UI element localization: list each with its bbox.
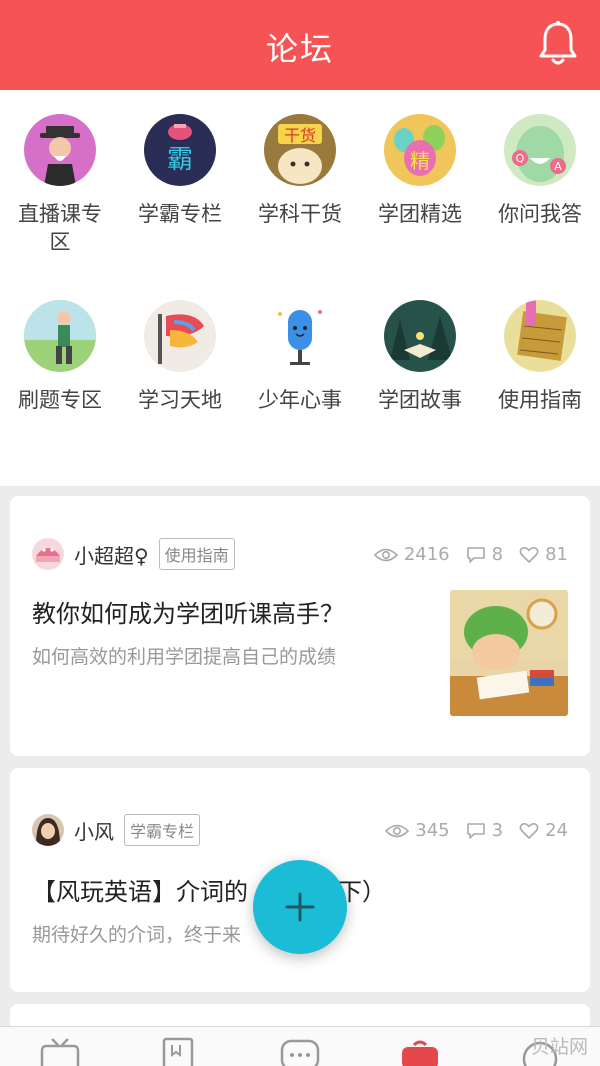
like-count[interactable]: 24 bbox=[519, 820, 568, 841]
qa-icon: Q A bbox=[504, 114, 576, 186]
comment-count[interactable]: 8 bbox=[466, 544, 503, 565]
category-qa[interactable]: Q A 你问我答 bbox=[480, 114, 600, 228]
comment-count-value: 8 bbox=[491, 544, 504, 565]
category-label: 学科干货 bbox=[258, 202, 342, 226]
view-count-value: 2416 bbox=[403, 544, 450, 565]
category-grid: 直播课专区 霸 学霸专栏 干货 学科干货 精 学团精选 Q A 你问我答 刷题专… bbox=[0, 90, 600, 486]
stories-icon bbox=[384, 300, 456, 372]
post-title[interactable]: 教你如何成为学团听课高手？ bbox=[32, 594, 344, 629]
watermark: 贝站网 bbox=[530, 1036, 588, 1058]
category-label: 使用指南 bbox=[498, 388, 582, 412]
category-label: 直播课专区 bbox=[18, 202, 102, 254]
category-label: 学习天地 bbox=[138, 388, 222, 412]
view-count-value: 345 bbox=[415, 820, 450, 841]
category-label: 你问我答 bbox=[498, 202, 582, 226]
category-youth-thoughts[interactable]: 少年心事 bbox=[240, 300, 360, 414]
post-author-row: 小超超♀ 使用指南 bbox=[32, 538, 235, 570]
svg-text:Q: Q bbox=[516, 152, 525, 165]
subject-tips-icon: 干货 bbox=[264, 114, 336, 186]
category-top-student[interactable]: 霸 学霸专栏 bbox=[120, 114, 240, 228]
new-post-button[interactable] bbox=[253, 860, 347, 954]
like-count-value: 81 bbox=[545, 544, 568, 565]
plus-icon bbox=[285, 892, 315, 922]
category-live-course[interactable]: 直播课专区 bbox=[0, 114, 120, 256]
post-card[interactable]: 小超超♀ 使用指南 2416 8 81 教你如何成为学团听课高手？ 如何高效的利… bbox=[10, 496, 590, 756]
category-label: 少年心事 bbox=[258, 388, 342, 412]
author-name[interactable]: 小风 bbox=[74, 816, 114, 845]
svg-text:精: 精 bbox=[410, 149, 430, 173]
author-name[interactable]: 小超超♀ bbox=[74, 540, 149, 569]
top-bar: 论坛 bbox=[0, 0, 600, 90]
youth-thoughts-icon bbox=[264, 300, 336, 372]
category-stories[interactable]: 学团故事 bbox=[360, 300, 480, 414]
eye-icon bbox=[373, 548, 398, 561]
post-stats: 2416 8 81 bbox=[358, 544, 568, 565]
forum-cup-icon[interactable] bbox=[398, 1037, 442, 1066]
view-count: 2416 bbox=[373, 544, 450, 565]
bell-icon[interactable] bbox=[538, 20, 578, 68]
comment-count-value: 3 bbox=[491, 820, 504, 841]
chat-icon[interactable] bbox=[278, 1037, 322, 1066]
category-subject-tips[interactable]: 干货 学科干货 bbox=[240, 114, 360, 228]
post-subtitle: 期待好久的介词，终于来 bbox=[32, 924, 242, 946]
post-thumbnail[interactable] bbox=[450, 590, 568, 716]
category-featured[interactable]: 精 学团精选 bbox=[360, 114, 480, 228]
tv-icon[interactable] bbox=[38, 1037, 82, 1066]
page-title: 论坛 bbox=[265, 30, 334, 68]
like-count-value: 24 bbox=[545, 820, 568, 841]
post-subtitle: 如何高效的利用学团提高自己的成绩 bbox=[32, 646, 337, 668]
book-icon[interactable] bbox=[156, 1037, 200, 1066]
bottom-tab-bar bbox=[0, 1026, 600, 1066]
svg-text:A: A bbox=[554, 160, 562, 173]
comment-icon bbox=[466, 546, 485, 563]
category-label: 学霸专栏 bbox=[138, 202, 222, 226]
post-tag[interactable]: 使用指南 bbox=[158, 538, 235, 570]
category-label: 学团精选 bbox=[378, 202, 462, 226]
comment-icon bbox=[466, 822, 485, 839]
category-label: 学团故事 bbox=[378, 388, 462, 412]
post-author-row: 小风 学霸专栏 bbox=[32, 814, 201, 846]
guide-icon bbox=[504, 300, 576, 372]
top-student-icon: 霸 bbox=[144, 114, 216, 186]
avatar[interactable] bbox=[32, 538, 64, 570]
comment-count[interactable]: 3 bbox=[466, 820, 503, 841]
post-title-text: 【风玩英语】介词的 bbox=[32, 878, 248, 906]
category-practice[interactable]: 刷题专区 bbox=[0, 300, 120, 414]
svg-text:干货: 干货 bbox=[284, 126, 316, 145]
category-label: 刷题专区 bbox=[18, 388, 102, 412]
view-count: 345 bbox=[385, 820, 450, 841]
post-tag[interactable]: 学霸专栏 bbox=[124, 814, 201, 846]
practice-icon bbox=[24, 300, 96, 372]
avatar[interactable] bbox=[32, 814, 64, 846]
heart-icon bbox=[519, 822, 539, 839]
eye-icon bbox=[385, 824, 410, 837]
live-course-icon bbox=[24, 114, 96, 186]
svg-text:霸: 霸 bbox=[167, 145, 193, 175]
category-study-world[interactable]: 学习天地 bbox=[120, 300, 240, 414]
featured-icon: 精 bbox=[384, 114, 456, 186]
post-stats: 345 3 24 bbox=[369, 820, 568, 841]
category-guide[interactable]: 使用指南 bbox=[480, 300, 600, 414]
study-world-icon bbox=[144, 300, 216, 372]
heart-icon bbox=[519, 546, 539, 563]
like-count[interactable]: 81 bbox=[519, 544, 568, 565]
